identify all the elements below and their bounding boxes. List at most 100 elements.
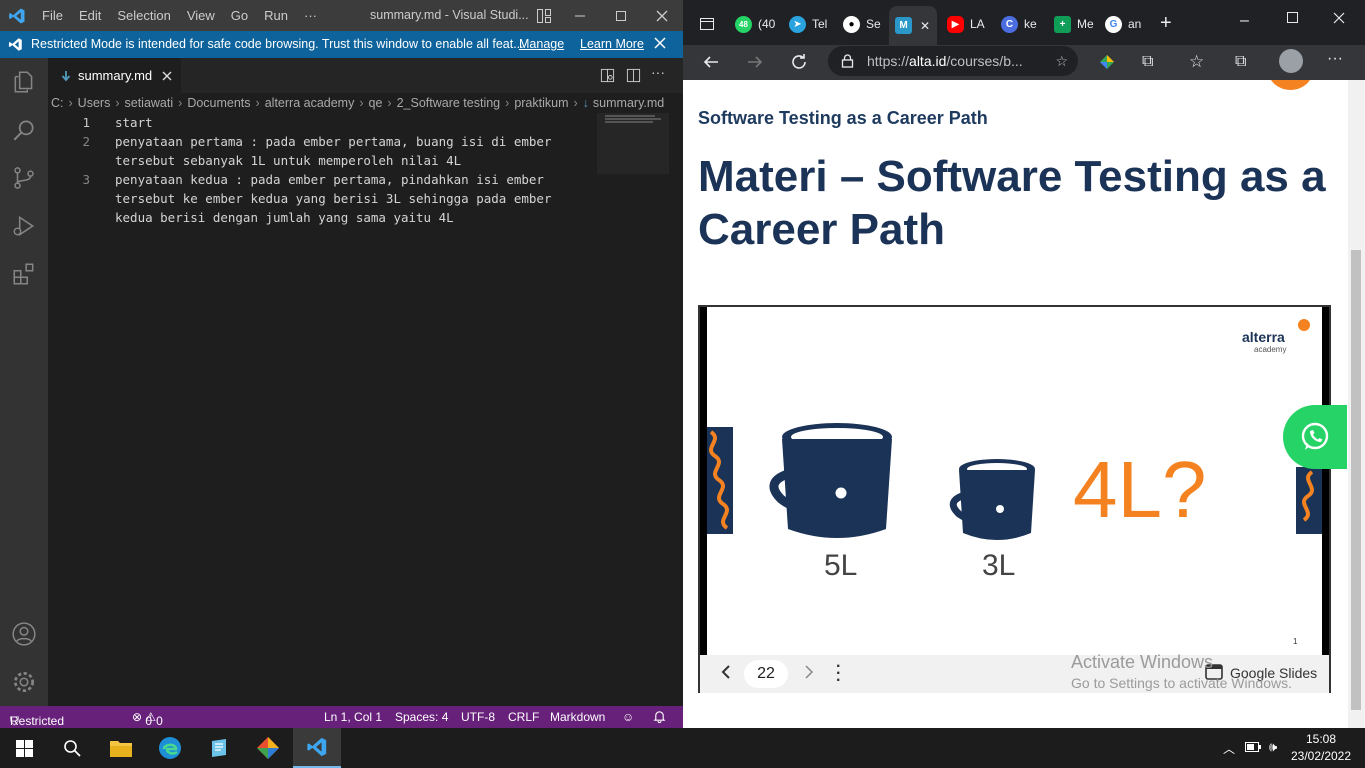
refresh-icon[interactable] xyxy=(790,53,808,71)
notepad-app-icon[interactable] xyxy=(195,728,243,768)
extension-colorful-icon[interactable] xyxy=(1098,53,1116,71)
breadcrumb-item[interactable]: Users xyxy=(78,96,111,110)
editor-area[interactable]: 1 2 3 start penyataan pertama : pada emb… xyxy=(48,113,683,706)
profile-avatar[interactable] xyxy=(1279,49,1303,73)
breadcrumb-item[interactable]: qe xyxy=(369,96,383,110)
close-icon[interactable] xyxy=(1333,12,1345,24)
open-preview-icon[interactable] xyxy=(600,68,615,83)
back-icon[interactable] xyxy=(702,53,720,71)
sheets-icon: + xyxy=(1054,15,1071,33)
bucket-small-label: 3L xyxy=(982,549,1016,582)
breadcrumb-item[interactable]: Documents xyxy=(187,96,250,110)
slide-menu-icon[interactable]: · · · xyxy=(836,659,841,689)
breadcrumb-item[interactable]: C: xyxy=(51,96,64,110)
breadcrumb-item[interactable]: setiawati xyxy=(125,96,174,110)
browser-tab-google[interactable]: G an xyxy=(1105,8,1147,40)
tray-chevron-icon[interactable]: ︿ xyxy=(1223,740,1235,757)
browser-tab-telegram[interactable]: ➤ Tel xyxy=(789,8,831,40)
collections-icon[interactable]: ⧉ xyxy=(1235,53,1246,71)
browser-tab-active[interactable]: M ✕ xyxy=(889,6,937,45)
whatsapp-chat-button[interactable] xyxy=(1283,405,1347,469)
code-line-2[interactable]: penyataan pertama : pada ember pertama, … xyxy=(115,132,552,170)
menu-run[interactable]: Run xyxy=(256,8,296,23)
next-slide-icon[interactable] xyxy=(803,665,815,679)
battery-icon[interactable] xyxy=(1245,741,1261,753)
more-actions-icon[interactable]: ··· xyxy=(651,64,665,80)
learn-more-link[interactable]: Learn More xyxy=(580,37,644,51)
git-app-icon[interactable] xyxy=(244,728,292,768)
browser-tab-sheets[interactable]: + Me xyxy=(1054,8,1096,40)
browser-toolbar: https://alta.id/courses/b... ☆ ⧉ ☆ ⧉ ··· xyxy=(683,45,1365,80)
breadcrumb-item[interactable]: 2_Software testing xyxy=(397,96,501,110)
favorites-icon[interactable]: ☆ xyxy=(1189,52,1204,72)
clock[interactable]: 15:08 23/02/2022 xyxy=(1290,731,1352,765)
browser-tab-youtube[interactable]: ▶ LA xyxy=(947,8,993,40)
notifications-bell-icon[interactable] xyxy=(653,710,666,723)
url-path: /courses/b... xyxy=(946,53,1023,69)
split-editor-icon[interactable] xyxy=(626,68,641,83)
code-line-1[interactable]: start xyxy=(115,113,153,132)
tab-close-icon[interactable]: ✕ xyxy=(920,19,930,33)
menu-file[interactable]: File xyxy=(34,8,71,23)
menu-more[interactable]: ··· xyxy=(296,8,325,23)
cursor-position[interactable]: Ln 1, Col 1 xyxy=(324,710,382,724)
breadcrumb-item[interactable]: praktikum xyxy=(514,96,568,110)
run-debug-icon[interactable] xyxy=(0,202,48,250)
tab-close-icon[interactable] xyxy=(162,71,172,81)
slide-embed[interactable]: alterra academy 5L 3L 4L? 1 22 · · · Goo… xyxy=(698,305,1331,693)
settings-gear-icon[interactable] xyxy=(0,658,48,706)
menu-selection[interactable]: Selection xyxy=(109,8,178,23)
slide-page-number[interactable]: 22 xyxy=(744,660,788,688)
vscode-taskbar-icon[interactable] xyxy=(293,728,341,768)
browser-tab-github[interactable]: ● Se xyxy=(843,8,883,40)
extensions-icon[interactable] xyxy=(0,250,48,298)
language-mode[interactable]: Markdown xyxy=(550,710,605,724)
source-control-icon[interactable] xyxy=(0,154,48,202)
orange-circle-decor xyxy=(1268,80,1313,90)
breadcrumb-item[interactable]: summary.md xyxy=(593,96,664,110)
settings-more-icon[interactable]: ··· xyxy=(1327,50,1343,68)
code-line-3[interactable]: penyataan kedua : pada ember pertama, pi… xyxy=(115,170,552,227)
prev-slide-icon[interactable] xyxy=(720,665,732,679)
minimize-icon[interactable]: – xyxy=(1240,12,1249,30)
encoding[interactable]: UTF-8 xyxy=(461,710,495,724)
browser-tab-chrome[interactable]: C ke xyxy=(1001,8,1043,40)
minimap[interactable] xyxy=(597,113,669,174)
problems-status[interactable]: ⊗ 0 ⚠ 0 xyxy=(132,710,163,728)
new-tab-icon[interactable]: + xyxy=(1160,12,1172,35)
scrollbar-thumb[interactable] xyxy=(1351,250,1361,710)
forward-icon[interactable] xyxy=(746,53,764,71)
maximize-icon[interactable] xyxy=(1287,12,1298,23)
start-windows-icon[interactable] xyxy=(0,728,48,768)
menu-go[interactable]: Go xyxy=(223,8,256,23)
bucket-small-icon xyxy=(945,457,1040,547)
address-bar[interactable]: https://alta.id/courses/b... ☆ xyxy=(828,46,1078,76)
decor-right-pattern xyxy=(1296,467,1322,534)
indentation[interactable]: Spaces: 4 xyxy=(395,710,448,724)
add-favorite-icon[interactable]: ☆ xyxy=(1055,53,1068,70)
search-icon[interactable] xyxy=(48,728,96,768)
browser-tab-whatsapp[interactable]: 48 (40 xyxy=(735,8,783,40)
menu-edit[interactable]: Edit xyxy=(71,8,109,23)
page-scrollbar[interactable] xyxy=(1348,80,1365,728)
breadcrumb-item[interactable]: alterra academy xyxy=(265,96,355,110)
explorer-icon[interactable] xyxy=(0,58,48,106)
banner-close-icon[interactable] xyxy=(654,37,666,49)
search-icon[interactable] xyxy=(0,106,48,154)
close-icon[interactable] xyxy=(642,0,682,31)
layout-icon[interactable] xyxy=(524,0,564,31)
menu-view[interactable]: View xyxy=(179,8,223,23)
account-icon[interactable] xyxy=(0,610,48,658)
file-explorer-icon[interactable] xyxy=(97,728,145,768)
tab-actions-icon[interactable] xyxy=(699,16,715,32)
tab-title: Tel xyxy=(812,17,828,31)
line-ending[interactable]: CRLF xyxy=(508,710,539,724)
tab-summary-md[interactable]: summary.md xyxy=(48,58,181,93)
feedback-icon[interactable]: ☺ xyxy=(622,710,634,724)
maximize-icon[interactable] xyxy=(601,0,641,31)
minimize-icon[interactable] xyxy=(560,0,600,31)
extensions-puzzle-icon[interactable]: ⧉ xyxy=(1142,53,1153,71)
manage-link[interactable]: Manage xyxy=(519,37,564,51)
volume-icon[interactable]: 🕪 xyxy=(1269,739,1277,755)
edge-icon[interactable] xyxy=(146,728,194,768)
